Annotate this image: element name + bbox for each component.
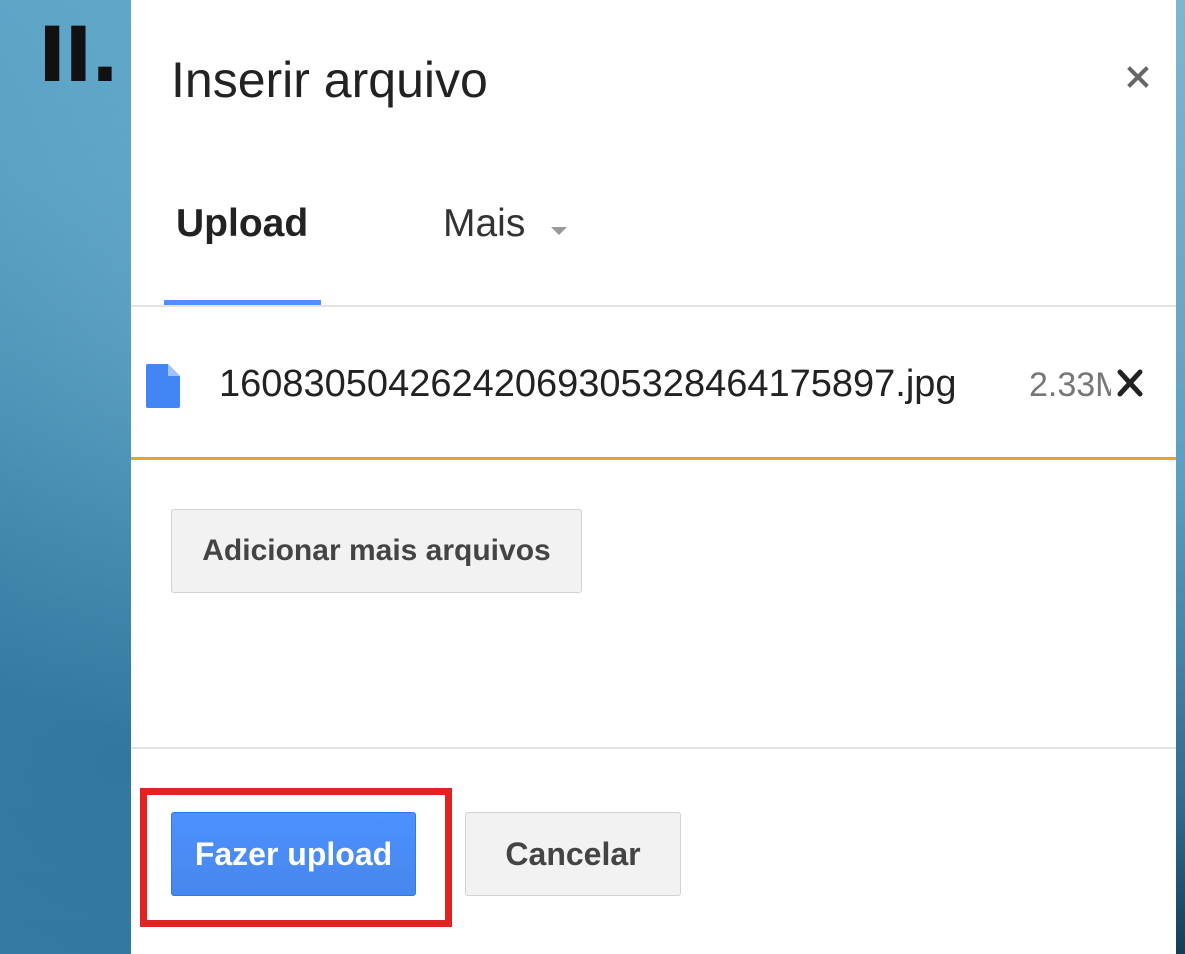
file-list-item: 16083050426242069305328464175897.jpg 2.3… bbox=[131, 307, 1176, 459]
close-icon bbox=[1127, 66, 1149, 88]
step-label: II. bbox=[38, 10, 119, 99]
insert-file-dialog: Inserir arquivo Upload Mais 160830504262… bbox=[131, 0, 1176, 954]
close-button[interactable] bbox=[1121, 60, 1155, 94]
cancel-button[interactable]: Cancelar bbox=[465, 812, 681, 896]
dialog-title: Inserir arquivo bbox=[171, 52, 488, 108]
footer-divider bbox=[131, 747, 1176, 749]
chevron-down-icon bbox=[551, 227, 567, 235]
upload-button[interactable]: Fazer upload bbox=[171, 812, 416, 896]
file-name: 16083050426242069305328464175897.jpg bbox=[219, 363, 957, 405]
tab-upload-label: Upload bbox=[176, 202, 309, 245]
tab-more[interactable]: Mais bbox=[431, 185, 591, 305]
tab-more-label: Mais bbox=[443, 202, 526, 245]
remove-file-icon bbox=[1117, 369, 1143, 397]
background-image-edge bbox=[1176, 0, 1185, 954]
tab-bar: Upload Mais bbox=[131, 185, 1176, 307]
tab-upload[interactable]: Upload bbox=[164, 185, 321, 305]
add-more-files-button[interactable]: Adicionar mais arquivos bbox=[171, 509, 582, 593]
upload-progress-line bbox=[131, 457, 1176, 460]
file-size: 2.33M bbox=[1029, 366, 1111, 404]
file-icon bbox=[146, 364, 180, 408]
remove-file-button[interactable] bbox=[1111, 363, 1149, 403]
